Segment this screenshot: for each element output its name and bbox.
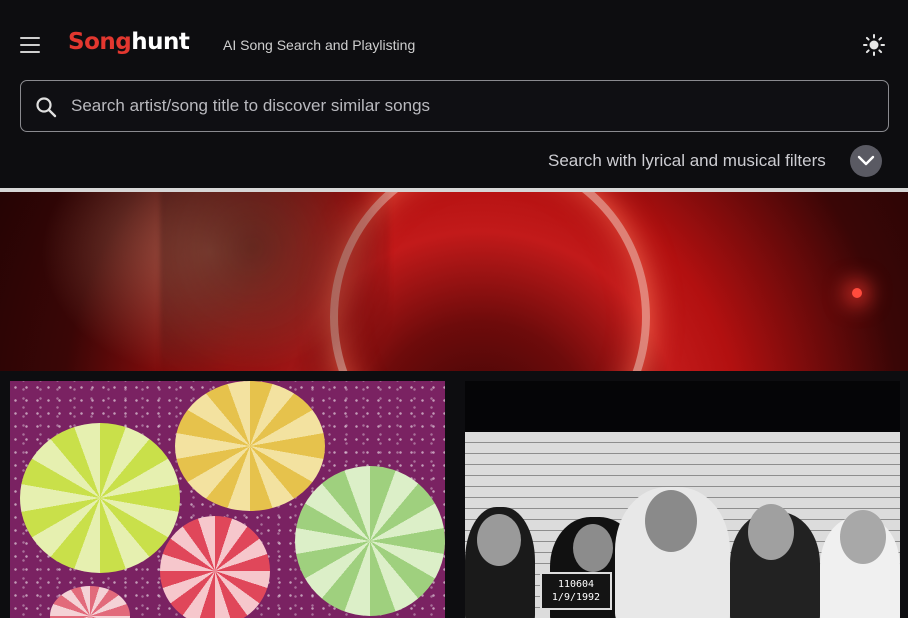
featured-banner-image[interactable] xyxy=(0,192,908,371)
search-box xyxy=(20,80,889,132)
plate-number: 110604 xyxy=(557,579,595,590)
filter-expand-button[interactable] xyxy=(850,145,882,177)
album-card-top-strip xyxy=(465,381,900,432)
app-root: Songhunt AI Song Search and Playlisting xyxy=(0,0,908,618)
header: Songhunt AI Song Search and Playlisting xyxy=(0,0,908,188)
logo[interactable]: Songhunt xyxy=(68,29,190,55)
search-input[interactable] xyxy=(71,81,871,131)
album-card-umbrellas[interactable] xyxy=(10,381,445,618)
hamburger-menu-icon[interactable] xyxy=(18,35,42,55)
chevron-down-icon xyxy=(857,155,875,166)
name-plate: 110604 1/9/1992 xyxy=(540,572,612,610)
album-card-group-photo[interactable] xyxy=(465,432,900,618)
tagline: AI Song Search and Playlisting xyxy=(223,37,416,53)
search-icon xyxy=(35,96,57,118)
sun-icon[interactable] xyxy=(862,33,886,57)
logo-song-text: Song xyxy=(68,29,132,55)
logo-hunt-text: hunt xyxy=(131,29,190,55)
spacer xyxy=(0,371,908,381)
filter-toggle-label[interactable]: Search with lyrical and musical filters xyxy=(548,151,826,171)
plate-date: 1/9/1992 xyxy=(551,592,601,603)
